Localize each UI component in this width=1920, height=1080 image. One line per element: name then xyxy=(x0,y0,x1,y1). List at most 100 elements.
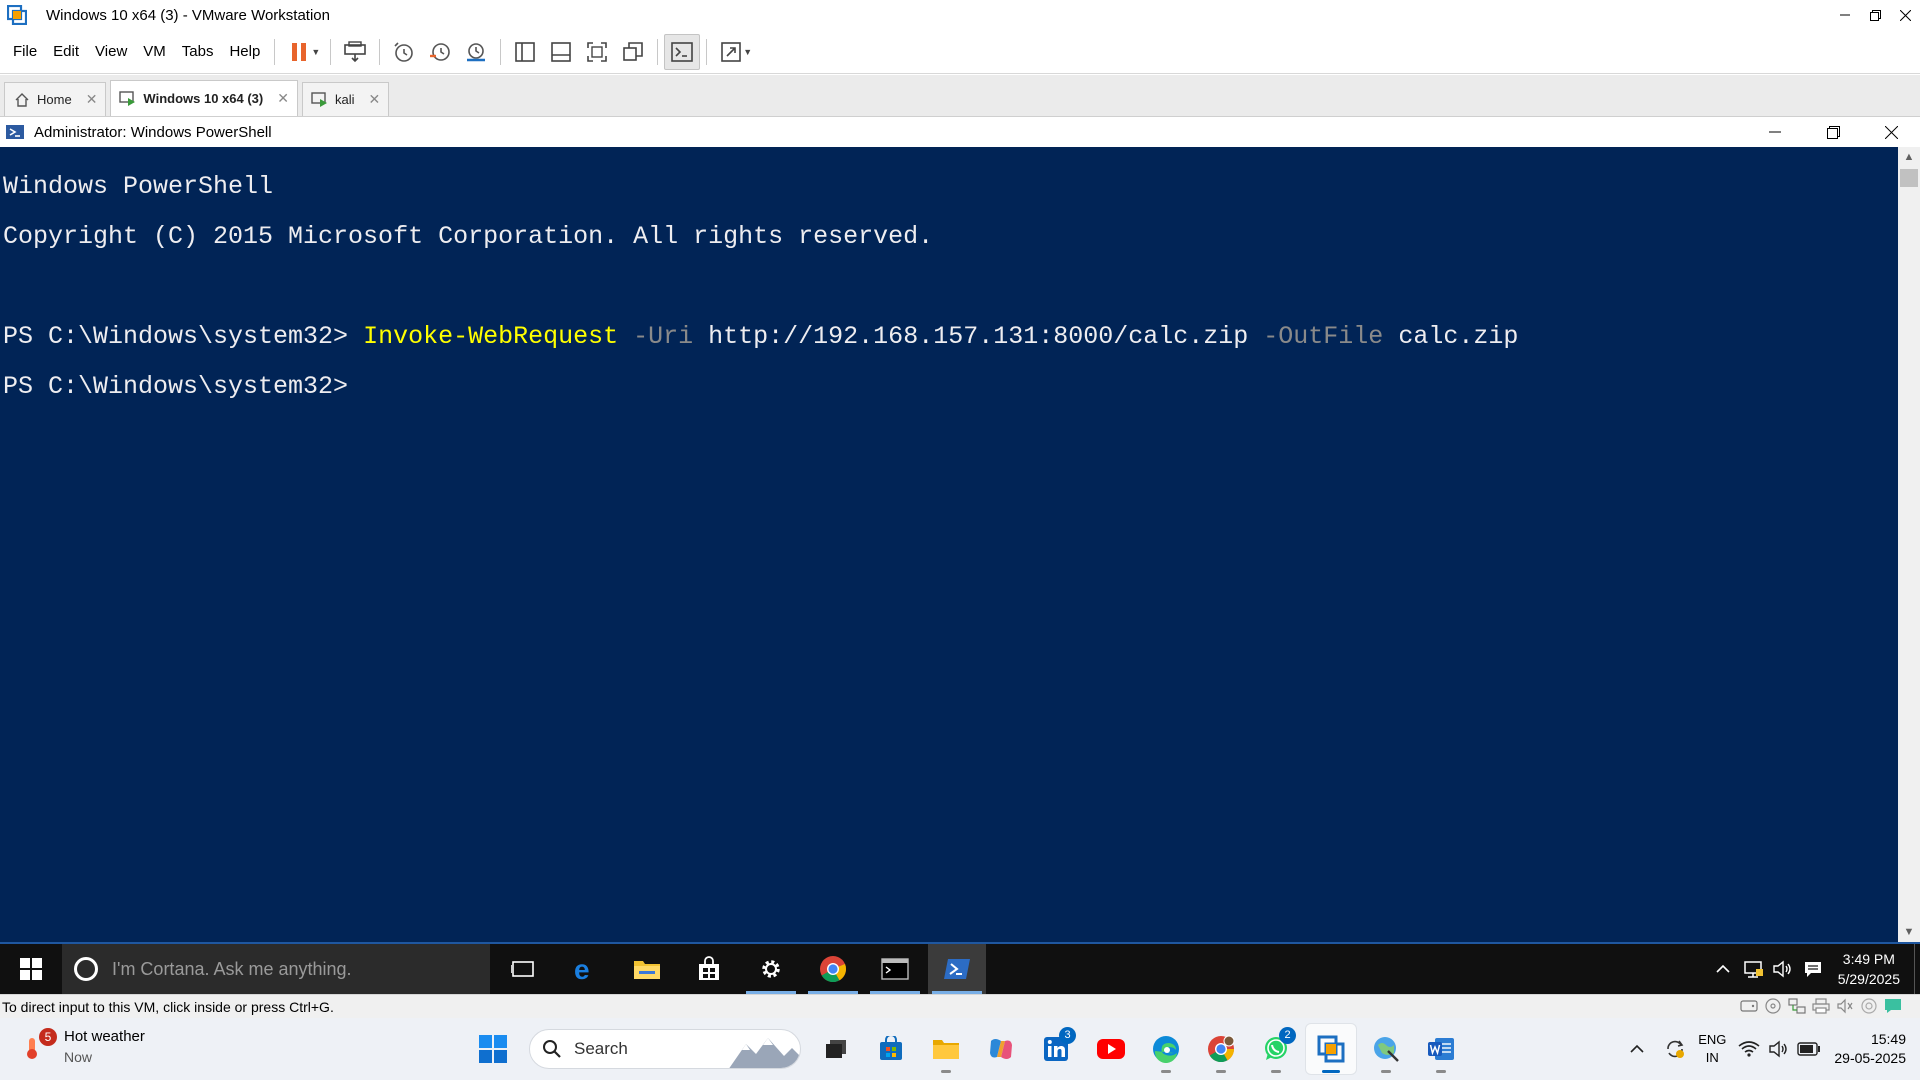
menu-view[interactable]: View xyxy=(87,43,135,60)
tab-home[interactable]: Home ✕ xyxy=(4,82,107,116)
minimize-button[interactable] xyxy=(1830,0,1860,30)
copilot-icon[interactable] xyxy=(976,1024,1026,1074)
console-text: Windows PowerShell xyxy=(3,172,274,201)
console-scrollbar[interactable]: ▲ ▼ xyxy=(1898,147,1920,942)
show-desktop-button[interactable] xyxy=(1914,944,1920,994)
edge-legacy-icon[interactable]: e xyxy=(556,944,614,994)
ps-close-button[interactable] xyxy=(1862,117,1920,147)
toolbar-separator xyxy=(657,38,659,65)
close-button[interactable] xyxy=(1890,0,1920,30)
message-log-icon[interactable] xyxy=(1884,997,1902,1015)
revert-snapshot-icon[interactable] xyxy=(422,34,458,70)
show-library-icon[interactable] xyxy=(507,34,543,70)
printer-icon[interactable] xyxy=(1812,997,1830,1015)
vmware-workstation-icon[interactable] xyxy=(1306,1024,1356,1074)
guest-vm-screen[interactable]: Administrator: Windows PowerShell Window… xyxy=(0,117,1920,994)
tab-label: kali xyxy=(334,92,355,107)
close-tab-icon[interactable]: ✕ xyxy=(277,90,289,107)
ps-restore-button[interactable] xyxy=(1804,117,1862,147)
unity-mode-icon[interactable] xyxy=(615,34,651,70)
guest-taskbar: I'm Cortana. Ask me anything. e 3:49 PM … xyxy=(0,944,1920,994)
store-icon[interactable] xyxy=(680,944,738,994)
file-explorer-icon[interactable] xyxy=(618,944,676,994)
speaker-icon[interactable] xyxy=(1764,1018,1794,1080)
snapshot-manager-icon[interactable] xyxy=(458,34,494,70)
sync-update-icon[interactable] xyxy=(1660,1018,1690,1080)
stretch-dropdown-icon[interactable]: ▼ xyxy=(743,47,752,57)
show-thumbnail-bar-icon[interactable] xyxy=(543,34,579,70)
whatsapp-icon[interactable]: 2 xyxy=(1251,1024,1301,1074)
edge-icon[interactable] xyxy=(1141,1024,1191,1074)
menu-file[interactable]: File xyxy=(5,43,45,60)
command-prompt-icon[interactable] xyxy=(866,944,924,994)
microsoft-word-icon[interactable] xyxy=(1416,1024,1466,1074)
tab-kali[interactable]: kali ✕ xyxy=(301,82,390,116)
show-hidden-icons-chevron-icon[interactable] xyxy=(1708,944,1738,994)
task-view-icon[interactable] xyxy=(494,944,552,994)
home-icon xyxy=(13,91,31,109)
action-center-icon[interactable] xyxy=(1798,944,1828,994)
chrome-icon[interactable] xyxy=(804,944,862,994)
snipping-map-icon[interactable] xyxy=(1361,1024,1411,1074)
settings-gear-icon[interactable] xyxy=(742,944,800,994)
linkedin-icon[interactable]: 3 xyxy=(1031,1024,1081,1074)
vmware-app-icon[interactable] xyxy=(2,0,32,30)
wifi-icon[interactable] xyxy=(1734,1018,1764,1080)
close-tab-icon[interactable]: ✕ xyxy=(86,91,98,108)
microsoft-store-icon[interactable] xyxy=(866,1024,916,1074)
cortana-icon xyxy=(74,957,98,981)
cortana-search-box[interactable]: I'm Cortana. Ask me anything. xyxy=(62,944,490,994)
menu-vm[interactable]: VM xyxy=(135,43,174,60)
usb-device-icon[interactable] xyxy=(1860,997,1878,1015)
scroll-up-arrow-icon[interactable]: ▲ xyxy=(1898,147,1920,167)
window-title: Windows 10 x64 (3) - VMware Workstation xyxy=(46,6,330,24)
guest-clock[interactable]: 3:49 PM 5/29/2025 xyxy=(1838,949,1900,989)
volume-icon[interactable] xyxy=(1768,944,1798,994)
network-adapter-icon[interactable] xyxy=(1788,997,1806,1015)
vmware-tab-strip: Home ✕ Windows 10 x64 (3) ✕ kali ✕ xyxy=(0,75,1920,117)
scroll-down-arrow-icon[interactable]: ▼ xyxy=(1898,922,1920,942)
weather-subtitle: Now xyxy=(64,1049,93,1065)
network-icon[interactable] xyxy=(1738,944,1768,994)
host-search-box[interactable]: Search xyxy=(529,1029,801,1069)
hard-disk-icon[interactable] xyxy=(1740,997,1758,1015)
windows-start-icon[interactable] xyxy=(0,944,62,994)
toolbar-separator xyxy=(274,38,276,65)
cortana-placeholder: I'm Cortana. Ask me anything. xyxy=(112,958,352,979)
menu-tabs[interactable]: Tabs xyxy=(174,43,222,60)
menu-edit[interactable]: Edit xyxy=(45,43,87,60)
sound-card-icon[interactable] xyxy=(1836,997,1854,1015)
battery-icon[interactable] xyxy=(1794,1018,1824,1080)
weather-widget[interactable]: 5 Hot weather Now xyxy=(24,1027,145,1067)
clock-date: 29-05-2025 xyxy=(1834,1050,1906,1066)
chrome-profile-icon[interactable] xyxy=(1196,1024,1246,1074)
weather-title: Hot weather xyxy=(64,1028,145,1045)
tab-windows-10-vm[interactable]: Windows 10 x64 (3) ✕ xyxy=(110,80,298,116)
powershell-console[interactable]: Windows PowerShell Copyright (C) 2015 Mi… xyxy=(0,147,1898,942)
toolbar-separator xyxy=(500,38,502,65)
youtube-icon[interactable] xyxy=(1086,1024,1136,1074)
scroll-thumb[interactable] xyxy=(1900,169,1918,187)
notification-badge: 3 xyxy=(1059,1027,1076,1044)
send-ctrl-alt-del-icon[interactable] xyxy=(337,34,373,70)
power-dropdown-icon[interactable]: ▼ xyxy=(311,47,320,57)
close-tab-icon[interactable]: ✕ xyxy=(368,91,380,108)
restore-button[interactable] xyxy=(1860,0,1890,30)
show-hidden-icons-chevron-icon[interactable] xyxy=(1622,1018,1652,1080)
full-screen-icon[interactable] xyxy=(579,34,615,70)
take-snapshot-icon[interactable] xyxy=(386,34,422,70)
cd-dvd-icon[interactable] xyxy=(1764,997,1782,1015)
tab-label: Home xyxy=(37,92,72,107)
language-code: ENG xyxy=(1698,1032,1727,1047)
task-view-icon[interactable] xyxy=(811,1024,861,1074)
ps-minimize-button[interactable] xyxy=(1746,117,1804,147)
host-clock[interactable]: 15:49 29-05-2025 xyxy=(1834,1030,1906,1068)
console-view-icon[interactable] xyxy=(664,33,701,70)
input-language-indicator[interactable]: ENG IN xyxy=(1698,1031,1726,1067)
file-explorer-icon[interactable] xyxy=(921,1024,971,1074)
windows11-start-icon[interactable] xyxy=(468,1024,518,1074)
powershell-taskbar-icon[interactable] xyxy=(928,944,986,994)
menu-help[interactable]: Help xyxy=(221,43,268,60)
vmware-titlebar: Windows 10 x64 (3) - VMware Workstation xyxy=(0,0,1920,30)
